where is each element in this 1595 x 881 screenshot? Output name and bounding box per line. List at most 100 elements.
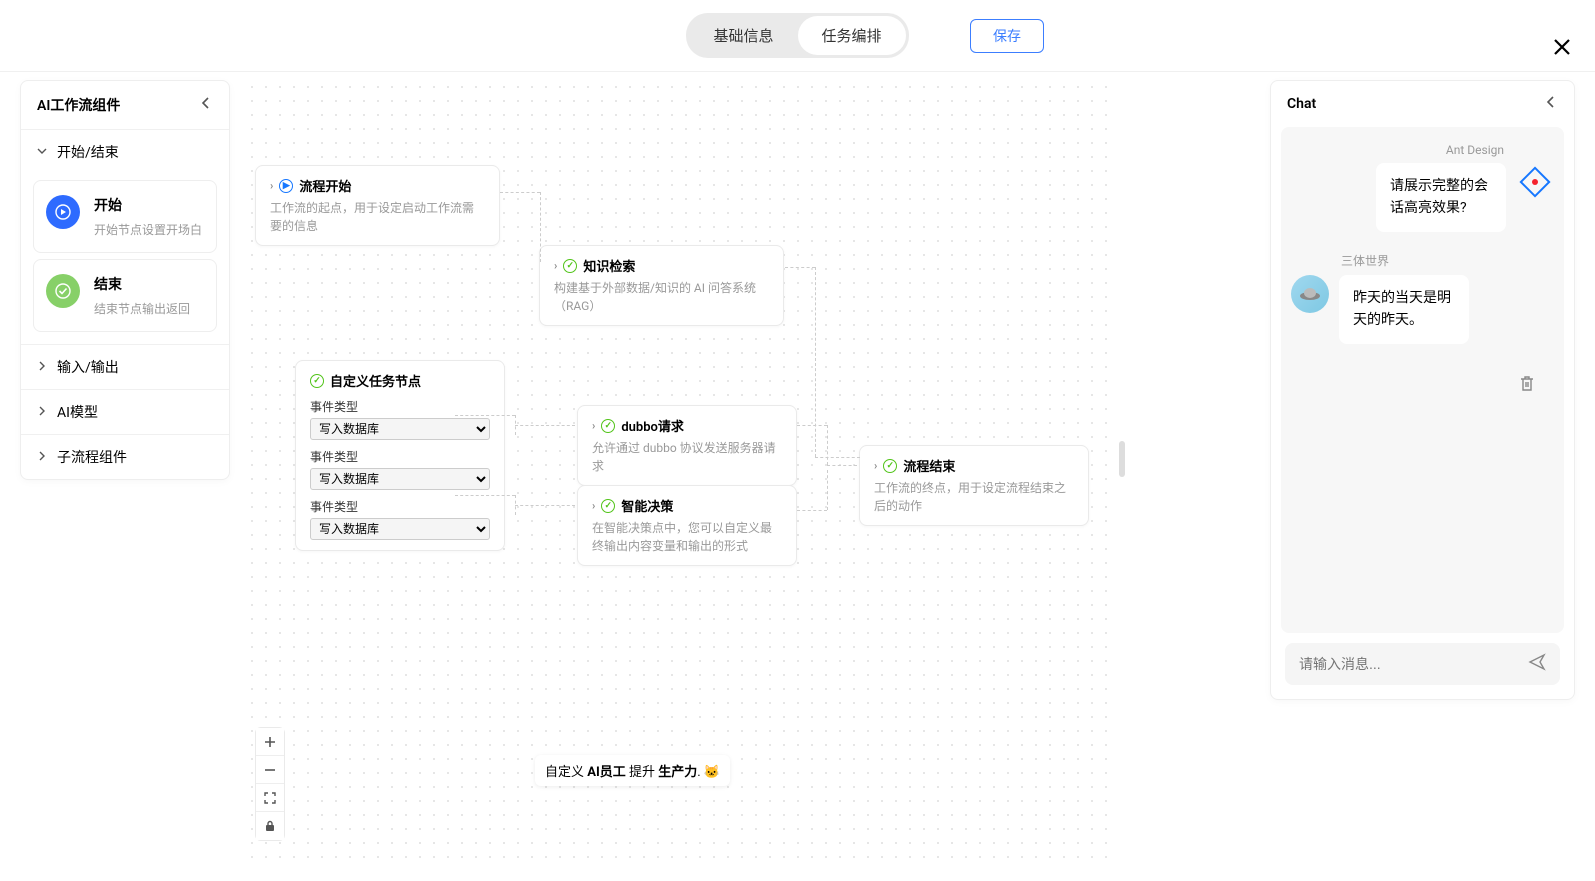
message-sender: Ant Design (1446, 143, 1554, 157)
resize-handle[interactable] (1119, 441, 1125, 477)
send-icon (1528, 653, 1546, 671)
check-circle-icon: ✓ (601, 419, 615, 433)
message-bubble: 昨天的当天是明天的昨天。 (1339, 275, 1469, 344)
check-circle-icon: ✓ (883, 459, 897, 473)
zoom-controls (255, 727, 285, 841)
send-button[interactable] (1528, 653, 1546, 675)
node-desc: 构建基于外部数据/知识的 AI 问答系统（RAG） (554, 279, 769, 315)
save-button[interactable]: 保存 (970, 19, 1044, 53)
chat-message: Ant Design 请展示完整的会话高亮效果? (1291, 143, 1554, 232)
chevron-right-icon: › (270, 179, 273, 192)
sidebar-item-title: 结束 (94, 274, 190, 294)
event-type-select-2[interactable]: 写入数据库 (310, 468, 490, 490)
sidebar-header: AI工作流组件 (21, 81, 229, 130)
message-sender: 三体世界 (1291, 252, 1389, 269)
chevron-right-icon: › (592, 419, 595, 432)
sidebar-title: AI工作流组件 (37, 95, 120, 115)
node-title: dubbo请求 (621, 416, 684, 435)
topbar: 基础信息 任务编排 保存 (0, 0, 1595, 72)
sidebar-item-desc: 开始节点设置开场白 (94, 221, 202, 238)
close-button[interactable] (1553, 36, 1571, 62)
section-label: 开始/结束 (57, 142, 119, 162)
chat-title: Chat (1287, 96, 1316, 112)
check-circle-icon: ✓ (563, 259, 577, 273)
chat-header: Chat (1271, 81, 1574, 127)
node-title: 流程结束 (903, 456, 955, 475)
field-label: 事件类型 (310, 448, 490, 465)
section-label: AI模型 (57, 402, 98, 422)
canvas-caption: 自定义 AI员工 提升 生产力. 🐱 (535, 755, 730, 786)
chat-message: 三体世界 昨天的当天是明天的昨天。 (1291, 252, 1554, 344)
node-title: 流程开始 (299, 176, 351, 195)
section-label: 子流程组件 (57, 447, 127, 467)
section-header-io[interactable]: 输入/输出 (21, 345, 229, 389)
sidebar: AI工作流组件 开始/结束 开始 开始节点设置开场白 结束 结束节点输出返回 (20, 80, 230, 480)
check-circle-icon: ✓ (310, 374, 324, 388)
event-type-select-1[interactable]: 写入数据库 (310, 418, 490, 440)
trash-icon (1518, 374, 1536, 392)
sidebar-section-io: 输入/输出 (21, 345, 229, 390)
avatar (1291, 275, 1329, 313)
section-header-subflow[interactable]: 子流程组件 (21, 435, 229, 479)
node-dubbo-request[interactable]: › ✓ dubbo请求 允许通过 dubbo 协议发送服务器请求 (577, 405, 797, 486)
chevron-right-icon: › (554, 259, 557, 272)
tab-task-orchestration[interactable]: 任务编排 (798, 16, 906, 55)
event-type-select-3[interactable]: 写入数据库 (310, 518, 490, 540)
section-label: 输入/输出 (57, 357, 119, 377)
check-icon (46, 274, 80, 308)
workflow-canvas[interactable]: › ▶ 流程开始 工作流的起点，用于设定启动工作流需要的信息 › ✓ 知识检索 … (245, 80, 1115, 861)
node-desc: 允许通过 dubbo 协议发送服务器请求 (592, 439, 782, 475)
section-header-ai[interactable]: AI模型 (21, 390, 229, 434)
sidebar-section-start-end: 开始/结束 开始 开始节点设置开场白 结束 结束节点输出返回 (21, 130, 229, 345)
minus-icon (264, 764, 276, 776)
clear-chat-button[interactable] (1518, 374, 1536, 397)
chevron-right-icon: › (874, 459, 877, 472)
sidebar-item-start[interactable]: 开始 开始节点设置开场白 (33, 180, 217, 253)
expand-icon (264, 792, 276, 804)
sidebar-item-title: 开始 (94, 195, 202, 215)
chevron-right-icon (37, 449, 47, 465)
node-custom-task[interactable]: ✓ 自定义任务节点 事件类型 写入数据库 事件类型 写入数据库 事件类型 写入数… (295, 360, 505, 551)
back-icon[interactable] (199, 96, 213, 114)
avatar (1516, 163, 1554, 201)
chevron-right-icon: › (592, 499, 595, 512)
lock-icon (264, 820, 276, 832)
node-field: 事件类型 写入数据库 (310, 498, 490, 540)
close-icon (1553, 38, 1571, 56)
node-flow-end[interactable]: › ✓ 流程结束 工作流的终点，用于设定流程结束之后的动作 (859, 445, 1089, 526)
message-bubble: 请展示完整的会话高亮效果? (1376, 163, 1506, 232)
sidebar-item-end[interactable]: 结束 结束节点输出返回 (33, 259, 217, 332)
chat-input-area (1271, 633, 1574, 699)
node-desc: 在智能决策点中，您可以自定义最终输出内容变量和输出的形式 (592, 519, 782, 555)
node-field: 事件类型 写入数据库 (310, 448, 490, 490)
sidebar-section-subflow: 子流程组件 (21, 435, 229, 479)
tab-basic-info[interactable]: 基础信息 (689, 16, 797, 55)
node-title: 智能决策 (621, 496, 673, 515)
play-circle-icon: ▶ (279, 179, 293, 193)
chevron-right-icon (37, 404, 47, 420)
node-smart-decision[interactable]: › ✓ 智能决策 在智能决策点中，您可以自定义最终输出内容变量和输出的形式 (577, 485, 797, 566)
node-title: 自定义任务节点 (330, 371, 421, 390)
fit-view-button[interactable] (256, 784, 284, 812)
chevron-down-icon (37, 144, 47, 160)
section-header-start-end[interactable]: 开始/结束 (21, 130, 229, 174)
node-knowledge-search[interactable]: › ✓ 知识检索 构建基于外部数据/知识的 AI 问答系统（RAG） (539, 245, 784, 326)
zoom-in-button[interactable] (256, 728, 284, 756)
chat-panel: Chat Ant Design 请展示完整的会话高亮效果? 三体世界 昨天的当天… (1270, 80, 1575, 700)
chat-input[interactable] (1299, 656, 1528, 672)
node-flow-start[interactable]: › ▶ 流程开始 工作流的起点，用于设定启动工作流需要的信息 (255, 165, 500, 246)
back-icon[interactable] (1544, 95, 1558, 113)
lock-button[interactable] (256, 812, 284, 840)
field-label: 事件类型 (310, 498, 490, 515)
sidebar-section-ai: AI模型 (21, 390, 229, 435)
ant-design-logo-icon (1519, 166, 1551, 198)
node-desc: 工作流的终点，用于设定流程结束之后的动作 (874, 479, 1074, 515)
tab-group: 基础信息 任务编排 (686, 13, 908, 58)
node-desc: 工作流的起点，用于设定启动工作流需要的信息 (270, 199, 485, 235)
field-label: 事件类型 (310, 398, 490, 415)
sidebar-item-desc: 结束节点输出返回 (94, 300, 190, 317)
plus-icon (264, 736, 276, 748)
node-title: 知识检索 (583, 256, 635, 275)
check-circle-icon: ✓ (601, 499, 615, 513)
zoom-out-button[interactable] (256, 756, 284, 784)
